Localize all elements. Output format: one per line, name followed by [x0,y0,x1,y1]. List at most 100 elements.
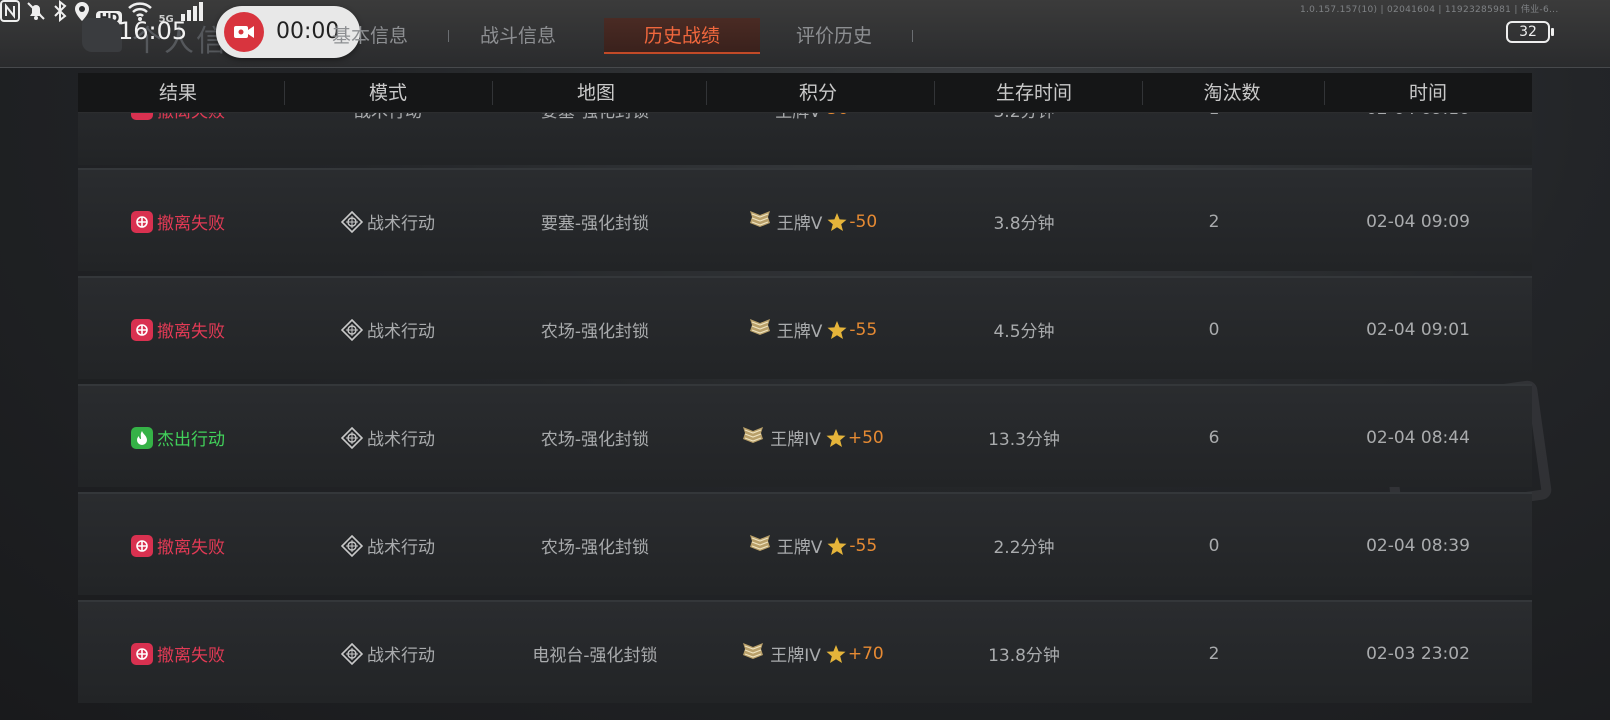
score-delta: +70 [847,643,884,664]
extraction-failed-icon [131,318,153,341]
header-mode[interactable]: 模式 [288,73,488,113]
table-row[interactable]: 撤离失败 战术行动 农场-强化封锁 王牌V -55 4.5分钟 0 02-04 09:01 [78,276,1532,379]
profile-emblem [82,18,122,52]
map-cell: 农场-强化封锁 [540,322,650,342]
survival-cell: 4.5分钟 [993,322,1055,342]
tactical-mode-icon [341,426,363,449]
star-icon [825,643,847,665]
mode-label: 战术行动 [367,214,435,234]
result-cell: 杰出行动 [78,386,278,489]
star-icon [825,427,847,449]
star-icon [826,319,848,341]
survival-cell: 2.2分钟 [993,538,1055,558]
tab-rating-history[interactable]: 评价历史 [774,18,894,54]
rank-label: 王牌V [776,322,823,342]
score-cell: 王牌V -55 [700,494,924,597]
rank-badge-icon [740,424,766,452]
map-cell: 农场-强化封锁 [540,538,650,558]
mode-label: 战术行动 [367,538,435,558]
time-cell: 02-04 09:09 [1366,211,1470,232]
kills-cell: 6 [1208,427,1220,448]
nfc-icon [0,0,25,26]
result-label: 撤离失败 [157,214,225,234]
score-delta: +50 [847,427,884,448]
rank-badge-icon [747,532,773,560]
score-delta: -55 [849,319,878,340]
tab-history-record[interactable]: 历史战绩 [604,18,760,54]
time-cell: 02-03 23:02 [1366,643,1470,664]
mode-cell: 战术行动 [288,278,488,381]
mode-label: 战术行动 [367,430,435,450]
time-cell: 02-04 09:01 [1366,319,1470,340]
score-cell: 王牌V -50 [700,170,924,273]
survival-cell: 13.8分钟 [988,646,1060,666]
survival-cell: 3.8分钟 [993,214,1055,234]
result-label: 撤离失败 [157,322,225,342]
tactical-mode-icon [341,642,363,665]
score-cell: 王牌IV +50 [700,386,924,489]
rank-label: 王牌V [776,214,823,234]
header-map[interactable]: 地图 [492,73,700,113]
map-cell: 要塞-强化封锁 [540,214,650,234]
rank-badge-icon [740,640,766,668]
table-row[interactable]: 撤离失败 战术行动 要塞-强化封锁 王牌V -50 3.8分钟 2 02-04 09:09 [78,168,1532,271]
header-score[interactable]: 积分 [706,73,930,113]
header-kills[interactable]: 淘汰数 [1142,73,1322,113]
rank-badge-icon [747,316,773,344]
tab-battle-info[interactable]: 战斗信息 [468,18,568,54]
score-cell: 王牌V -55 [700,278,924,381]
survival-cell: 13.3分钟 [988,430,1060,450]
header-survival-time[interactable]: 生存时间 [934,73,1134,113]
score-cell: 王牌IV +70 [700,602,924,705]
extraction-failed-icon [131,210,153,233]
result-cell: 撤离失败 [78,602,278,705]
mute-bell-icon [25,2,52,26]
tactical-mode-icon [341,534,363,557]
result-label: 杰出行动 [157,430,225,450]
score-delta: -50 [849,211,878,232]
table-row[interactable]: 撤离失败 战术行动 电视台-强化封锁 王牌IV +70 13.8分钟 2 02-03 23:0… [78,600,1532,703]
mode-cell: 战术行动 [288,170,488,273]
mode-label: 战术行动 [367,646,435,666]
battery-indicator: 32 [1506,21,1554,43]
tab-divider [912,30,913,42]
result-cell: 撤离失败 [78,494,278,597]
mode-label: 战术行动 [367,322,435,342]
tactical-mode-icon [341,210,363,233]
table-row[interactable]: 杰出行动 战术行动 农场-强化封锁 王牌IV +50 13.3分钟 6 02-04 08:44 [78,384,1532,487]
kills-cell: 0 [1208,535,1220,556]
extraction-failed-icon [131,534,153,557]
tab-divider [448,30,449,42]
time-cell: 02-04 08:44 [1366,427,1470,448]
rank-label: 王牌IV [770,430,821,450]
kills-cell: 2 [1208,643,1220,664]
status-clock: 16:05 [118,17,188,45]
bluetooth-icon [52,0,73,26]
map-cell: 电视台-强化封锁 [532,646,658,666]
result-cell: 撤离失败 [78,170,278,273]
extraction-failed-icon [131,642,153,665]
table-row[interactable]: 撤离失败 战术行动 农场-强化封锁 王牌V -55 2.2分钟 0 02-04 08:39 [78,492,1532,595]
result-label: 撤离失败 [157,538,225,558]
result-label: 撤离失败 [157,646,225,666]
top-bar: 个人信 16:05 00:00 基本信息 战斗信息 历史战绩 评价历史 1.0.… [0,0,1610,68]
header-time[interactable]: 时间 [1324,73,1532,113]
rank-label: 王牌V [776,538,823,558]
mode-cell: 战术行动 [288,494,488,597]
time-cell: 02-04 08:39 [1366,535,1470,556]
rank-label: 王牌IV [770,646,821,666]
kills-cell: 0 [1208,319,1220,340]
star-icon [826,535,848,557]
record-camera-icon [224,12,264,52]
score-delta: -55 [849,535,878,556]
tab-basic-info[interactable]: 基本信息 [322,18,418,54]
header-result[interactable]: 结果 [78,73,278,113]
outstanding-action-icon [131,426,153,449]
header-divider [284,81,285,105]
star-icon [826,211,848,233]
mode-cell: 战术行动 [288,602,488,705]
build-info: 1.0.157.157(10) | 02041604 | 11923285981… [1300,5,1559,15]
tactical-mode-icon [341,318,363,341]
rank-badge-icon [747,208,773,236]
map-cell: 农场-强化封锁 [540,430,650,450]
